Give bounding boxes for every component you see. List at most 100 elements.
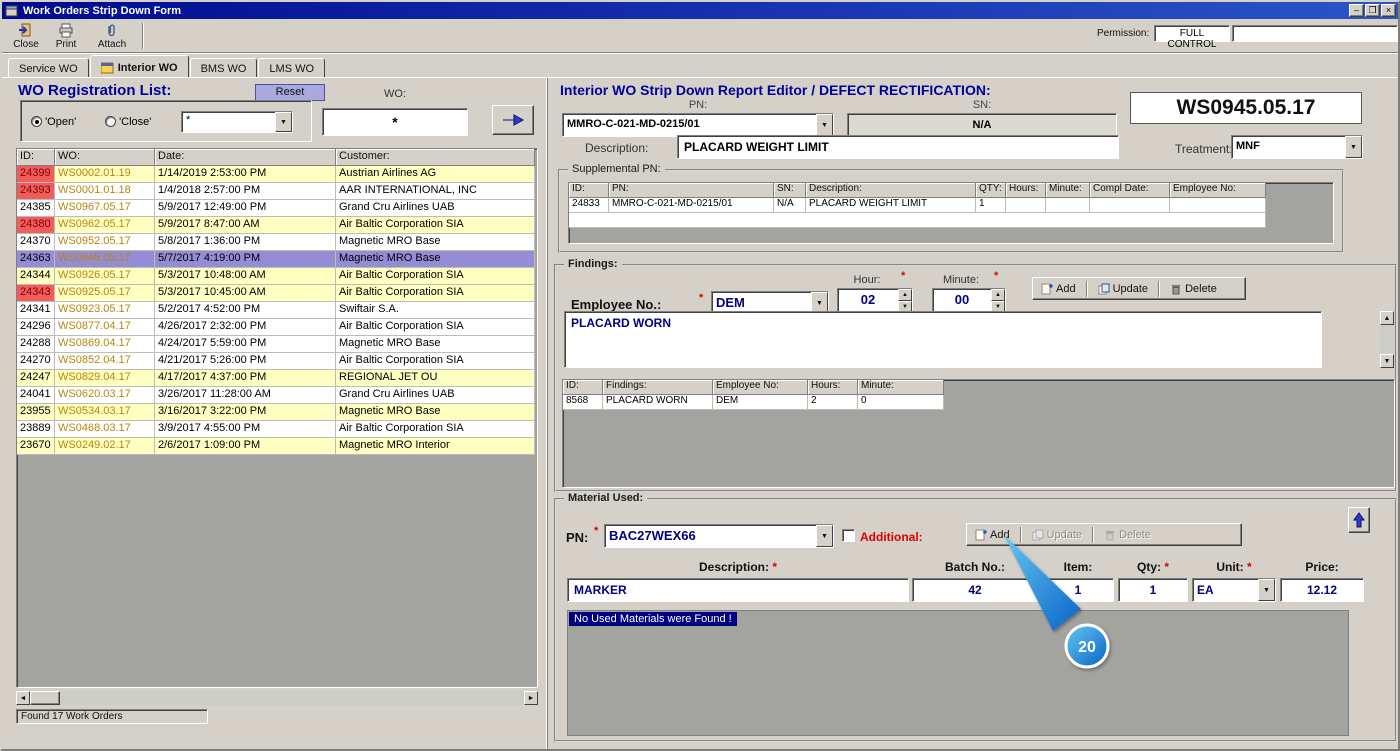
- table-row[interactable]: 24393WS0001.01.181/4/2018 2:57:00 PMAAR …: [17, 183, 537, 200]
- add-icon: [1041, 283, 1053, 295]
- table-row[interactable]: 24363WS0945.05.175/7/2017 4:19:00 PMMagn…: [17, 251, 537, 268]
- findings-delete-button[interactable]: Delete: [1162, 281, 1225, 297]
- tab-lms-wo[interactable]: LMS WO: [258, 58, 325, 77]
- cell: 8568: [563, 395, 603, 410]
- additional-checkbox[interactable]: [842, 529, 855, 542]
- wo-search-input[interactable]: *: [322, 108, 468, 136]
- findings-table: ID:Findings:Employee No:Hours:Minute: 85…: [562, 379, 1395, 488]
- column-header[interactable]: Employee No:: [713, 380, 808, 395]
- table-row[interactable]: 24041WS0620.03.173/26/2017 11:28:00 AMGr…: [17, 387, 537, 404]
- list-filter-combo[interactable]: * ▼: [181, 111, 293, 133]
- tab-interior-wo[interactable]: Interior WO: [90, 55, 189, 77]
- radio-close[interactable]: 'Close': [105, 116, 151, 128]
- column-header[interactable]: Minute:: [858, 380, 944, 395]
- column-header[interactable]: Employee No:: [1170, 183, 1266, 198]
- findings-add-button[interactable]: Add: [1033, 281, 1084, 297]
- findings-vscrollbar[interactable]: ▲ ▼: [1380, 311, 1394, 368]
- minimize-button[interactable]: –: [1349, 4, 1364, 17]
- unit-combo[interactable]: EA ▼: [1192, 578, 1276, 602]
- additional-label: Additional:: [860, 530, 923, 544]
- table-row[interactable]: 23670WS0249.02.172/6/2017 1:09:00 PMMagn…: [17, 438, 537, 455]
- scroll-up-icon[interactable]: ▲: [1380, 311, 1394, 325]
- table-row[interactable]: 24833MMRO-C-021-MD-0215/01N/APLACARD WEI…: [569, 198, 1333, 213]
- column-header[interactable]: Customer:: [336, 149, 535, 166]
- table-row[interactable]: 24341WS0923.05.175/2/2017 4:52:00 PMSwif…: [17, 302, 537, 319]
- scrollbar-track[interactable]: [60, 691, 524, 705]
- table-row[interactable]: 23955WS0534.03.173/16/2017 3:22:00 PMMag…: [17, 404, 537, 421]
- column-header[interactable]: Description:: [806, 183, 976, 198]
- collapse-up-button[interactable]: [1348, 507, 1370, 533]
- column-header[interactable]: Minute:: [1046, 183, 1090, 198]
- search-arrow-button[interactable]: [492, 105, 534, 135]
- material-description-field[interactable]: MARKER: [567, 578, 909, 602]
- pn-combo[interactable]: MMRO-C-021-MD-0215/01 ▼: [562, 113, 834, 137]
- title-bar[interactable]: Work Orders Strip Down Form – ❐ ×: [2, 2, 1398, 19]
- tab-bms-wo[interactable]: BMS WO: [190, 58, 258, 77]
- scrollbar-track[interactable]: [1380, 325, 1394, 354]
- close-button[interactable]: Close: [8, 21, 44, 51]
- findings-text-area[interactable]: PLACARD WORN: [564, 311, 1322, 368]
- treatment-combo[interactable]: MNF ▼: [1231, 135, 1363, 159]
- chevron-down-icon[interactable]: ▼: [1258, 579, 1275, 601]
- reset-button[interactable]: Reset: [255, 84, 325, 101]
- column-header[interactable]: Hours:: [808, 380, 858, 395]
- column-header[interactable]: PN:: [609, 183, 774, 198]
- table-row[interactable]: 24399WS0002.01.191/14/2019 2:53:00 PMAus…: [17, 166, 537, 183]
- table-row[interactable]: 24385WS0967.05.175/9/2017 12:49:00 PMGra…: [17, 200, 537, 217]
- radio-open[interactable]: 'Open': [31, 116, 76, 128]
- chevron-down-icon[interactable]: ▼: [275, 112, 292, 132]
- row-customer: AAR INTERNATIONAL, INC: [336, 183, 535, 200]
- maximize-button[interactable]: ❐: [1365, 4, 1380, 17]
- material-pn-combo[interactable]: BAC27WEX66 ▼: [604, 524, 834, 548]
- chevron-down-icon[interactable]: ▼: [816, 525, 833, 547]
- column-header[interactable]: Hours:: [1006, 183, 1046, 198]
- scroll-left-icon[interactable]: ◄: [16, 691, 30, 705]
- column-header[interactable]: ID:: [569, 183, 609, 198]
- attach-button[interactable]: Attach: [90, 21, 134, 51]
- column-header[interactable]: WO:: [55, 149, 155, 166]
- table-row[interactable]: 24370WS0952.05.175/8/2017 1:36:00 PMMagn…: [17, 234, 537, 251]
- column-header[interactable]: ID:: [563, 380, 603, 395]
- column-header[interactable]: SN:: [774, 183, 806, 198]
- tab-service-wo[interactable]: Service WO: [8, 58, 89, 77]
- column-header[interactable]: Findings:: [603, 380, 713, 395]
- chevron-down-icon[interactable]: ▼: [1345, 136, 1362, 158]
- close-window-button[interactable]: ×: [1381, 4, 1396, 17]
- spin-up-icon[interactable]: ▲: [898, 289, 912, 301]
- table-row[interactable]: 24247WS0829.04.174/17/2017 4:37:00 PMREG…: [17, 370, 537, 387]
- scroll-right-icon[interactable]: ►: [524, 691, 538, 705]
- description-field[interactable]: PLACARD WEIGHT LIMIT: [677, 135, 1119, 159]
- required-marker: *: [772, 560, 777, 574]
- spin-up-icon[interactable]: ▲: [991, 289, 1005, 301]
- table-row[interactable]: 8568PLACARD WORNDEM20: [563, 395, 1394, 410]
- qty-field[interactable]: 1: [1118, 578, 1188, 602]
- column-header[interactable]: ID:: [17, 149, 55, 166]
- print-button[interactable]: Print: [48, 21, 84, 51]
- column-header[interactable]: QTY:: [976, 183, 1006, 198]
- row-date: 5/3/2017 10:48:00 AM: [155, 268, 336, 285]
- scroll-down-icon[interactable]: ▼: [1380, 354, 1394, 368]
- treatment-combo-value: MNF: [1232, 136, 1345, 158]
- material-pn-label: PN:: [566, 530, 588, 545]
- row-wo: WS0001.01.18: [55, 183, 155, 200]
- tab-strip: Service WO Interior WO BMS WO LMS WO: [8, 55, 326, 77]
- hour-value: 02: [838, 289, 898, 313]
- scrollbar-thumb[interactable]: [30, 691, 60, 705]
- column-header[interactable]: Compl Date:: [1090, 183, 1170, 198]
- chevron-down-icon[interactable]: ▼: [816, 114, 833, 136]
- table-row[interactable]: 24270WS0852.04.174/21/2017 5:26:00 PMAir…: [17, 353, 537, 370]
- table-row[interactable]: 24380WS0962.05.175/9/2017 8:47:00 AMAir …: [17, 217, 537, 234]
- button-separator: [1158, 281, 1160, 297]
- table-row[interactable]: 24344WS0926.05.175/3/2017 10:48:00 AMAir…: [17, 268, 537, 285]
- wo-grid-hscrollbar[interactable]: ◄ ►: [16, 691, 538, 705]
- tab-label: BMS WO: [201, 63, 247, 75]
- table-row[interactable]: 24296WS0877.04.174/26/2017 2:32:00 PMAir…: [17, 319, 537, 336]
- table-row[interactable]: 23889WS0468.03.173/9/2017 4:55:00 PMAir …: [17, 421, 537, 438]
- table-row[interactable]: 24288WS0869.04.174/24/2017 5:59:00 PMMag…: [17, 336, 537, 353]
- close-icon: [18, 23, 34, 38]
- column-header[interactable]: Date:: [155, 149, 336, 166]
- row-customer: Magnetic MRO Base: [336, 404, 535, 421]
- table-row[interactable]: 24343WS0925.05.175/3/2017 10:45:00 AMAir…: [17, 285, 537, 302]
- price-field[interactable]: 12.12: [1280, 578, 1364, 602]
- findings-update-button[interactable]: Update: [1090, 281, 1156, 297]
